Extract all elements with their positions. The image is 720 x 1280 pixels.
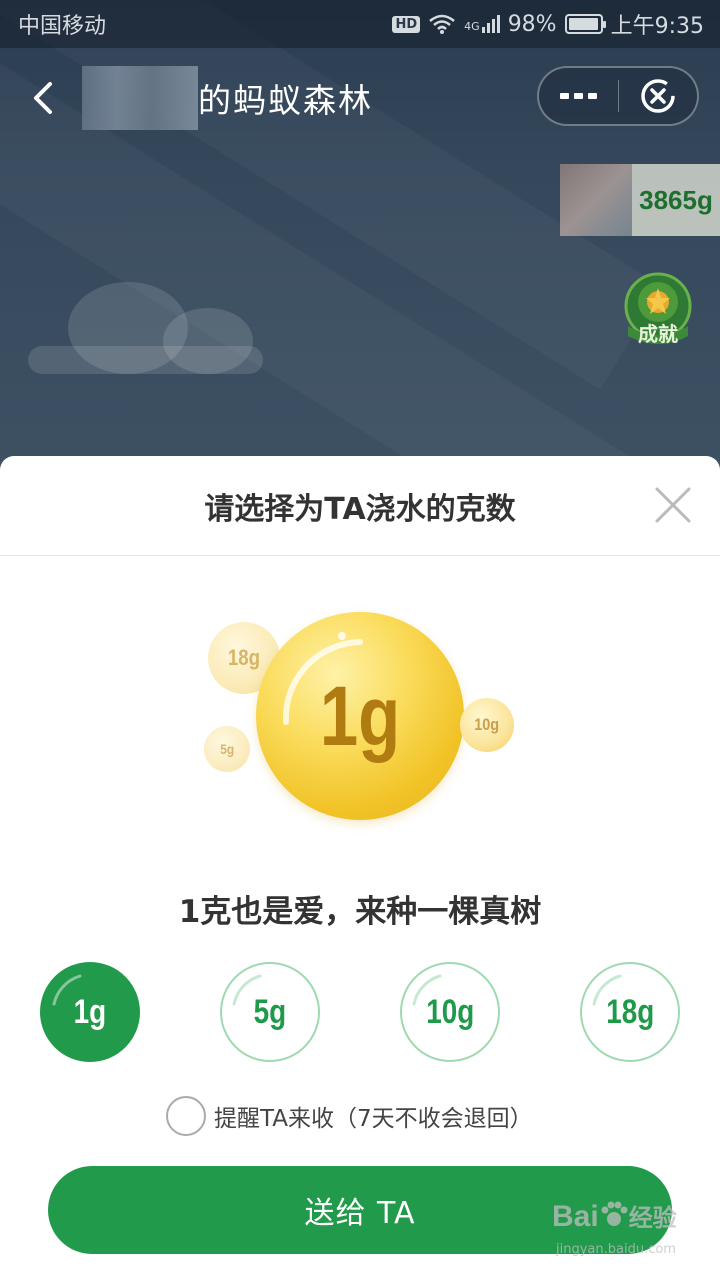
- hd-icon: HD: [392, 15, 421, 33]
- dialog-title: 请选择为TA浇水的克数: [204, 492, 516, 527]
- miniapp-capsule: [537, 66, 699, 126]
- battery-icon: [564, 14, 606, 34]
- back-button[interactable]: [22, 76, 66, 120]
- energy-counter[interactable]: 3865g: [560, 164, 720, 236]
- dialog-close-button[interactable]: [652, 484, 694, 526]
- baidu-watermark: Bai 经验 jingyan.baidu.com: [552, 1198, 702, 1268]
- option-label: 18g: [605, 992, 655, 1031]
- drop-selected: 1g: [256, 612, 464, 820]
- close-icon: [655, 487, 691, 523]
- clock: 上午9:35: [610, 14, 704, 39]
- cloud-decoration: [28, 282, 263, 374]
- signal-icon: 4G: [464, 15, 500, 33]
- gram-option-18g[interactable]: 18g: [580, 962, 680, 1062]
- drop-small: 10g: [460, 698, 514, 752]
- send-button-label: 送给 TA: [304, 1196, 416, 1231]
- energy-plate: 3865g: [632, 164, 720, 236]
- exit-button[interactable]: [619, 68, 698, 124]
- option-label: 5g: [253, 992, 287, 1031]
- dialog-header: 请选择为TA浇水的克数: [0, 456, 720, 556]
- remind-row[interactable]: 提醒TA来收（7天不收会退回）: [166, 1096, 533, 1136]
- paw-icon: [601, 1201, 628, 1226]
- blurred-username: [82, 66, 198, 130]
- watermark-brand: Bai 经验: [552, 1200, 677, 1233]
- water-drops-illustration: 18g 1g 10g 5g: [0, 596, 720, 826]
- option-label: 10g: [425, 992, 475, 1031]
- remind-label: 提醒TA来收（7天不收会退回）: [214, 1106, 533, 1132]
- carrier-label: 中国移动: [18, 14, 107, 39]
- achievement-badge[interactable]: 成就: [622, 270, 694, 350]
- energy-value: 3865g: [639, 184, 713, 215]
- battery-percent: 98%: [507, 11, 557, 37]
- achievement-label: 成就: [638, 322, 678, 346]
- slogan: 1克也是爱，来种一棵真树: [178, 894, 542, 930]
- title-bar: 的蚂蚁森林: [0, 48, 720, 148]
- more-button[interactable]: [539, 68, 618, 124]
- gram-option-5g[interactable]: 5g: [220, 962, 320, 1062]
- status-icons: HD 4G 98% 上午9:35: [392, 8, 704, 40]
- page-title: 的蚂蚁森林: [198, 81, 373, 120]
- gram-options: 1g 5g 10g 18g: [0, 962, 720, 1062]
- exit-circle-icon: [641, 79, 675, 113]
- remind-checkbox[interactable]: [166, 1096, 206, 1136]
- more-dots-icon: [560, 93, 598, 99]
- network-type: 4G: [464, 20, 480, 33]
- wifi-icon: [429, 14, 455, 34]
- watermark-url: jingyan.baidu.com: [556, 1242, 676, 1257]
- status-bar: 中国移动 HD 4G 98% 上午9:35: [0, 0, 720, 48]
- gram-option-10g[interactable]: 10g: [400, 962, 500, 1062]
- chevron-left-icon: [34, 82, 52, 114]
- water-dialog: 请选择为TA浇水的克数 18g 1g 10g 5g 1克也是爱，来种一棵真树 1…: [0, 456, 720, 1280]
- gram-option-1g[interactable]: 1g: [40, 962, 140, 1062]
- option-label: 1g: [73, 992, 107, 1031]
- drop-small: 5g: [204, 726, 250, 772]
- blurred-avatar: [560, 164, 632, 236]
